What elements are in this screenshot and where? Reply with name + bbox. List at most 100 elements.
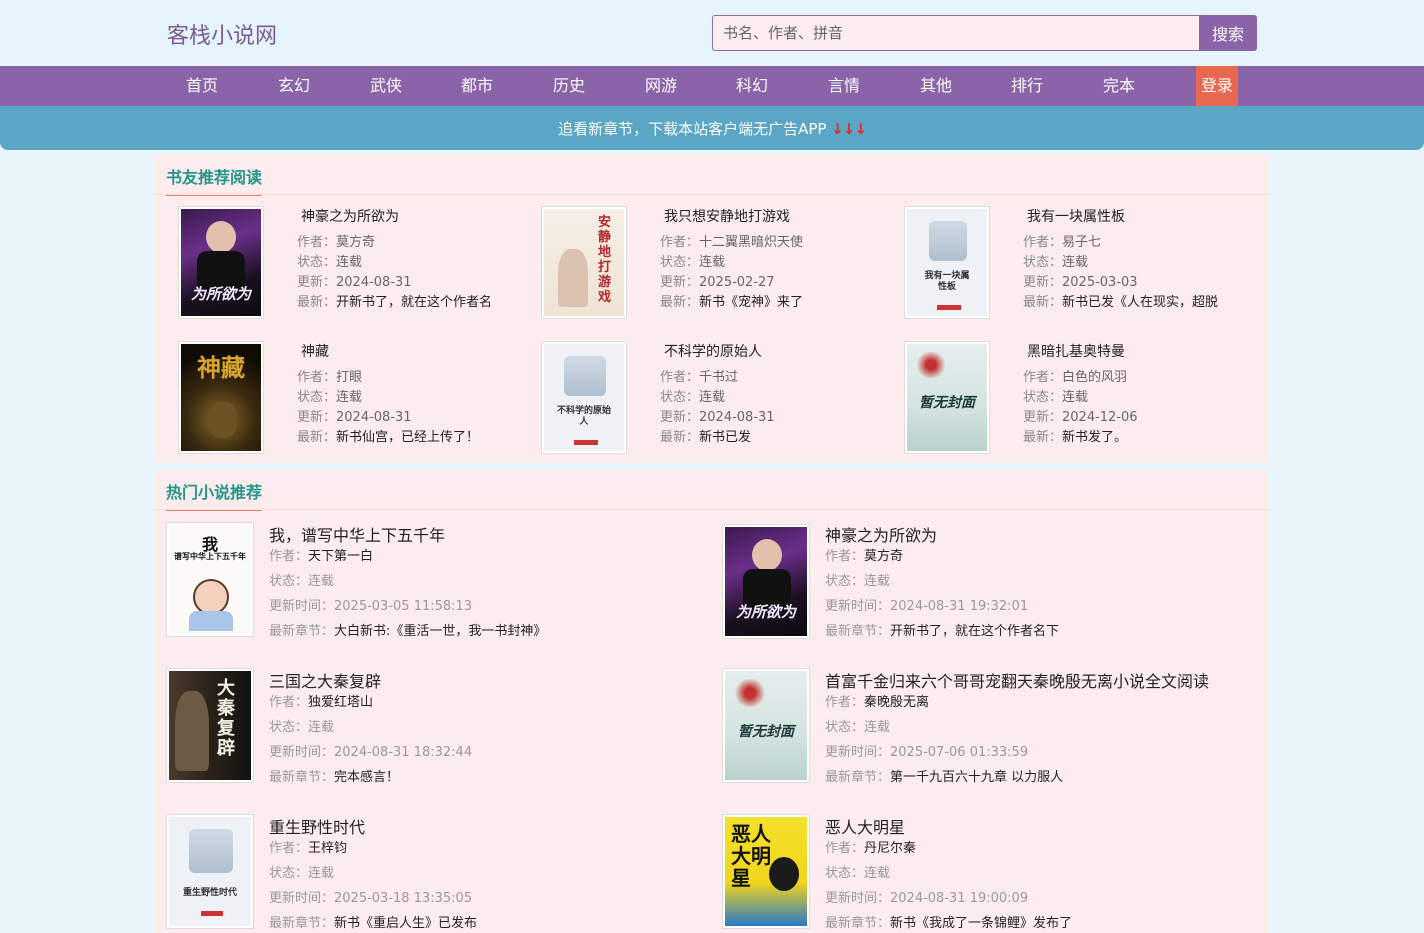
update-value: 2025-03-03 — [1062, 275, 1138, 290]
book-cover[interactable]: 安静地打游戏 — [541, 206, 627, 319]
status-row: 状态：连载 — [660, 386, 725, 405]
book-title[interactable]: 不科学的原始人 — [664, 341, 762, 361]
site-logo[interactable]: 客栈小说网 — [167, 18, 277, 50]
nav-item-qita[interactable]: 其他 — [906, 66, 966, 106]
book-title[interactable]: 我，谱写中华上下五千年 — [269, 522, 445, 546]
hot-book-item[interactable]: 大秦复辟 三国之大秦复辟 作者：独爱红塔山 状态：连载 更新时间：2024-08… — [166, 668, 706, 786]
book-title[interactable]: 三国之大秦复辟 — [269, 668, 381, 692]
nav-item-wangyou[interactable]: 网游 — [631, 66, 691, 106]
author-value[interactable]: 天下第一白 — [308, 549, 373, 564]
nav-item-yanqing[interactable]: 言情 — [814, 66, 874, 106]
update-label: 更新时间： — [269, 891, 335, 906]
hot-book-item[interactable]: 暂无封面 首富千金归来六个哥哥宠翻天秦晚殷无离小说全文阅读 作者：秦晚殷无离 状… — [722, 668, 1262, 786]
update-label: 更新时间： — [825, 891, 891, 906]
book-title[interactable]: 我有一块属性板 — [1027, 206, 1125, 226]
recommend-card[interactable]: 不科学的原始人 不科学的原始人 作者：千书过 状态：连载 更新：2024-08-… — [541, 341, 891, 456]
latest-chapter-link[interactable]: 新书《重启人生》已发布 — [334, 916, 477, 931]
book-cover[interactable]: 大秦复辟 — [166, 668, 254, 783]
recommend-card[interactable]: 安静地打游戏 我只想安静地打游戏 作者：十二翼黑暗炽天使 状态：连载 更新：20… — [541, 206, 891, 321]
latest-chapter-link[interactable]: 开新书了，就在这个作者名 — [336, 295, 492, 310]
nav-item-paihang[interactable]: 排行 — [997, 66, 1057, 106]
update-row: 更新时间：2024-08-31 19:32:01 — [825, 595, 1028, 614]
latest-chapter-link[interactable]: 完本感言！ — [334, 770, 399, 785]
author-label: 作者： — [269, 841, 309, 856]
update-row: 更新时间：2024-08-31 18:32:44 — [269, 741, 472, 760]
book-title[interactable]: 神豪之为所欲为 — [301, 206, 399, 226]
latest-label: 最新章节： — [269, 624, 335, 639]
book-title[interactable]: 神藏 — [301, 341, 329, 361]
book-cover[interactable]: 神藏 — [178, 341, 264, 454]
latest-chapter-link[interactable]: 开新书了，就在这个作者名下 — [890, 624, 1059, 639]
app-download-banner[interactable]: 追看新章节，下载本站客户端无广告APP ↓↓↓ — [0, 106, 1424, 150]
book-cover[interactable]: 暂无封面 — [904, 341, 990, 454]
search-button[interactable]: 搜索 — [1199, 15, 1257, 51]
nav-item-kehuan[interactable]: 科幻 — [722, 66, 782, 106]
author-value[interactable]: 易子七 — [1062, 235, 1101, 250]
latest-label: 最新： — [660, 295, 700, 310]
author-value[interactable]: 莫方奇 — [864, 549, 903, 564]
hot-book-item[interactable]: 为所欲为 神豪之为所欲为 作者：莫方奇 状态：连载 更新时间：2024-08-3… — [722, 522, 1262, 640]
hot-book-item[interactable]: 重生野性时代 重生野性时代 作者：王梓钧 状态：连载 更新时间：2025-03-… — [166, 814, 706, 932]
book-title[interactable]: 重生野性时代 — [269, 814, 365, 838]
search-input[interactable] — [712, 15, 1200, 51]
cover-title: 暂无封面 — [919, 395, 975, 411]
book-title[interactable]: 恶人大明星 — [825, 814, 905, 838]
book-cover[interactable]: 我有一块属性板 — [904, 206, 990, 319]
book-cover[interactable]: 为所欲为 — [722, 524, 810, 639]
author-value[interactable]: 千书过 — [699, 370, 738, 385]
latest-chapter-link[interactable]: 新书《宠神》来了 — [699, 295, 803, 310]
latest-label: 最新： — [1023, 295, 1063, 310]
book-cover[interactable]: 恶人大明星 — [722, 814, 810, 929]
book-title[interactable]: 黑暗扎基奥特曼 — [1027, 341, 1125, 361]
author-value[interactable]: 独爱红塔山 — [308, 695, 373, 710]
latest-chapter-link[interactable]: 第一千九百六十九章 以力服人 — [890, 770, 1063, 785]
hot-book-item[interactable]: 恶人大明星 恶人大明星 作者：丹尼尔秦 状态：连载 更新时间：2024-08-3… — [722, 814, 1262, 932]
nav-item-wanben[interactable]: 完本 — [1089, 66, 1149, 106]
recommend-card[interactable]: 神藏 神藏 作者：打眼 状态：连载 更新：2024-08-31 最新：新书仙宫，… — [178, 341, 528, 456]
latest-chapter-link[interactable]: 大白新书:《重活一世，我一书封神》 — [334, 624, 546, 639]
nav-item-wuxia[interactable]: 武侠 — [356, 66, 416, 106]
book-cover[interactable]: 重生野性时代 — [166, 814, 254, 929]
login-button[interactable]: 登录 — [1196, 66, 1238, 106]
nav-item-home[interactable]: 首页 — [172, 66, 232, 106]
status-label: 状态： — [660, 390, 700, 405]
recommend-card[interactable]: 我有一块属性板 我有一块属性板 作者：易子七 状态：连载 更新：2025-03-… — [904, 206, 1254, 321]
nav-item-dushi[interactable]: 都市 — [447, 66, 507, 106]
status-row: 状态：连载 — [1023, 251, 1088, 270]
book-cover[interactable]: 不科学的原始人 — [541, 341, 627, 454]
latest-chapter-link[interactable]: 新书《我成了一条锦鲤》发布了 — [890, 916, 1072, 931]
latest-chapter-link[interactable]: 新书已发 — [699, 430, 751, 445]
book-cover[interactable]: 为所欲为 — [178, 206, 264, 319]
latest-chapter-link[interactable]: 新书已发《人在现实，超脱 — [1062, 295, 1218, 310]
update-value: 2025-03-05 11:58:13 — [334, 599, 473, 614]
author-row: 作者：莫方奇 — [825, 545, 903, 564]
cover-title: 重生野性时代 — [182, 888, 237, 898]
book-title[interactable]: 首富千金归来六个哥哥宠翻天秦晚殷无离小说全文阅读 — [825, 668, 1209, 692]
nav-item-lishi[interactable]: 历史 — [539, 66, 599, 106]
cover-title: 神藏 — [197, 353, 245, 382]
update-row: 更新：2024-08-31 — [660, 406, 775, 425]
author-value[interactable]: 十二翼黑暗炽天使 — [699, 235, 803, 250]
book-title[interactable]: 神豪之为所欲为 — [825, 522, 937, 546]
author-label: 作者： — [1023, 235, 1063, 250]
book-cover[interactable]: 暂无封面 — [722, 668, 810, 783]
author-value[interactable]: 秦晚殷无离 — [864, 695, 929, 710]
recommend-card[interactable]: 为所欲为 神豪之为所欲为 作者：莫方奇 状态：连载 更新：2024-08-31 … — [178, 206, 528, 321]
latest-row: 最新：开新书了，就在这个作者名 — [297, 291, 492, 310]
latest-label: 最新章节： — [269, 916, 335, 931]
latest-chapter-link[interactable]: 新书仙宫，已经上传了！ — [336, 430, 479, 445]
divider — [156, 194, 1268, 195]
hot-book-item[interactable]: 我 谱写中华上下五千年 我，谱写中华上下五千年 作者：天下第一白 状态：连载 更… — [166, 522, 706, 640]
update-value: 2025-03-18 13:35:05 — [334, 891, 473, 906]
latest-chapter-link[interactable]: 新书发了。 — [1062, 430, 1127, 445]
recommend-card[interactable]: 暂无封面 黑暗扎基奥特曼 作者：白色的风羽 状态：连载 更新：2024-12-0… — [904, 341, 1254, 456]
author-value[interactable]: 丹尼尔秦 — [864, 841, 916, 856]
cover-title: 暂无封面 — [738, 724, 794, 740]
nav-item-xuanhuan[interactable]: 玄幻 — [264, 66, 324, 106]
author-value[interactable]: 王梓钧 — [308, 841, 347, 856]
book-title[interactable]: 我只想安静地打游戏 — [664, 206, 790, 226]
book-cover[interactable]: 我 谱写中华上下五千年 — [166, 522, 254, 637]
author-value[interactable]: 莫方奇 — [336, 235, 375, 250]
author-value[interactable]: 白色的风羽 — [1062, 370, 1127, 385]
author-value[interactable]: 打眼 — [336, 370, 362, 385]
